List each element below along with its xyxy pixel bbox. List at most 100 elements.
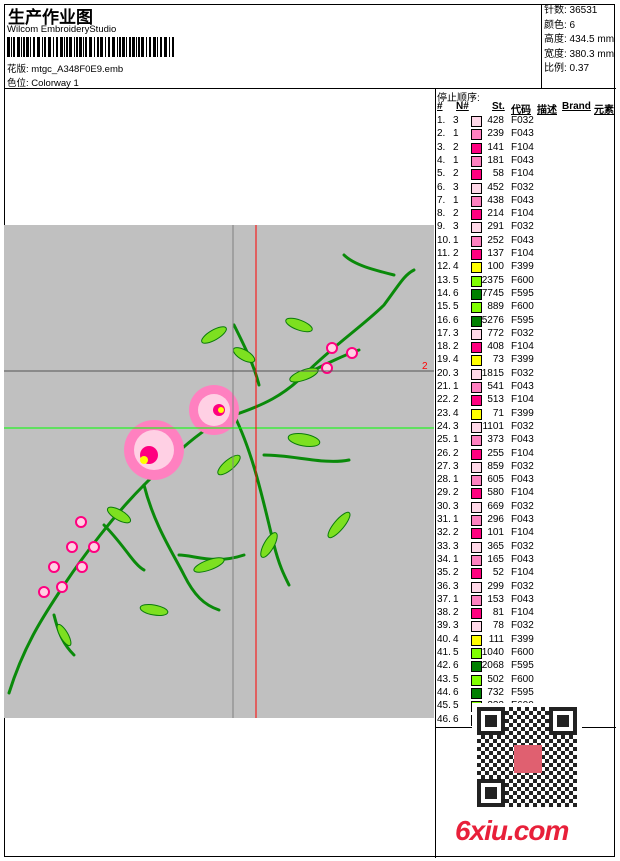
row-stitches: 541 bbox=[487, 381, 504, 392]
stop-row: 11. 2 137 F104 bbox=[437, 247, 587, 260]
row-code: F104 bbox=[511, 447, 534, 459]
row-stitches: 438 bbox=[487, 194, 504, 206]
stop-row: 15. 5 889 F600 bbox=[437, 300, 587, 314]
stop-row: 1. 3 428 F032 bbox=[437, 114, 587, 127]
leaves bbox=[56, 317, 351, 647]
row-stitches: 2068 bbox=[481, 660, 504, 672]
stop-row: 14. 6 7745 F595 bbox=[437, 287, 587, 300]
row-code: F104 bbox=[511, 527, 534, 539]
row-code: F043 bbox=[511, 381, 534, 392]
color-count: 颜色: 6 bbox=[544, 19, 576, 31]
row-needle: 4 bbox=[453, 407, 459, 419]
row-code: F043 bbox=[511, 553, 534, 565]
row-stitches: 58 bbox=[492, 168, 504, 180]
row-stitches: 365 bbox=[487, 540, 504, 552]
row-stitches: 1101 bbox=[482, 420, 504, 432]
row-code: F595 bbox=[511, 686, 534, 698]
stop-row: 30. 3 669 F032 bbox=[437, 500, 587, 513]
row-code: F595 bbox=[511, 660, 534, 672]
stop-row: 34. 1 165 F043 bbox=[437, 553, 587, 566]
row-needle: 3 bbox=[453, 181, 459, 193]
colorway: 色位: Colorway 1 bbox=[7, 75, 79, 89]
row-stitches: 605 bbox=[487, 474, 504, 486]
row-index: 7. bbox=[437, 194, 446, 206]
row-index: 39. bbox=[437, 620, 451, 632]
stop-row: 22. 2 513 F104 bbox=[437, 393, 587, 407]
design-scale: 比例: 0.37 bbox=[544, 63, 590, 74]
stop-row: 35. 2 52 F104 bbox=[437, 566, 587, 580]
row-needle: 3 bbox=[453, 420, 459, 432]
row-stitches: 7745 bbox=[481, 287, 504, 299]
row-stitches: 137 bbox=[487, 248, 504, 259]
vines bbox=[7, 253, 416, 695]
row-needle: 4 bbox=[453, 633, 459, 645]
row-index: 29. bbox=[437, 487, 451, 499]
row-index: 36. bbox=[437, 580, 451, 592]
row-needle: 3 bbox=[453, 221, 459, 233]
row-code: F600 bbox=[511, 673, 534, 685]
row-stitches: 252 bbox=[487, 234, 504, 246]
colorway-label: 色位: bbox=[7, 78, 29, 89]
design-file: 花版: mtgc_A348F0E9.emb bbox=[7, 61, 123, 75]
row-index: 25. bbox=[437, 434, 451, 446]
row-index: 23. bbox=[437, 407, 451, 419]
colorway-value: Colorway 1 bbox=[31, 78, 79, 89]
row-stitches: 71 bbox=[492, 407, 504, 419]
row-index: 26. bbox=[437, 447, 451, 459]
stop-row: 20. 3 1815 F032 bbox=[437, 367, 587, 380]
row-stitches: 669 bbox=[487, 500, 504, 512]
barcode bbox=[7, 37, 174, 57]
row-code: F032 bbox=[511, 420, 534, 432]
stop-row: 31. 1 296 F043 bbox=[437, 513, 587, 526]
row-index: 20. bbox=[437, 367, 451, 379]
row-index: 45. bbox=[437, 700, 451, 712]
row-code: F104 bbox=[511, 341, 534, 353]
stop-row: 18. 2 408 F104 bbox=[437, 340, 587, 354]
row-code: F032 bbox=[511, 327, 534, 339]
design-value: mtgc_A348F0E9.emb bbox=[31, 64, 124, 75]
row-code: F104 bbox=[511, 607, 534, 619]
row-needle: 6 bbox=[453, 686, 459, 698]
row-stitches: 580 bbox=[487, 487, 504, 499]
row-index: 37. bbox=[437, 593, 451, 605]
row-stitches: 52 bbox=[492, 567, 504, 579]
row-stitches: 214 bbox=[487, 208, 504, 220]
stop-row: 17. 3 772 F032 bbox=[437, 327, 587, 340]
row-index: 13. bbox=[437, 274, 451, 286]
row-stitches: 889 bbox=[487, 301, 504, 313]
row-needle: 5 bbox=[453, 301, 459, 313]
row-index: 42. bbox=[437, 660, 451, 672]
row-index: 46. bbox=[437, 713, 451, 725]
stop-row: 5. 2 58 F104 bbox=[437, 167, 587, 181]
row-code: F104 bbox=[511, 168, 534, 180]
design-canvas: 2 bbox=[4, 225, 434, 718]
row-stitches: 2375 bbox=[481, 274, 504, 286]
row-code: F043 bbox=[511, 593, 534, 605]
row-needle: 2 bbox=[453, 567, 459, 579]
row-index: 19. bbox=[437, 354, 451, 366]
row-needle: 1 bbox=[453, 381, 459, 392]
stop-row: 7. 1 438 F043 bbox=[437, 194, 587, 207]
row-needle: 1 bbox=[453, 434, 459, 446]
row-code: F032 bbox=[511, 460, 534, 472]
row-needle: 2 bbox=[453, 168, 459, 180]
row-code: F595 bbox=[511, 314, 534, 326]
stop-row: 42. 6 2068 F595 bbox=[437, 659, 587, 673]
row-index: 27. bbox=[437, 460, 451, 472]
row-needle: 2 bbox=[453, 141, 459, 153]
row-stitches: 732 bbox=[487, 686, 504, 698]
row-code: F032 bbox=[511, 221, 534, 233]
row-index: 6. bbox=[437, 181, 446, 193]
row-code: F600 bbox=[511, 274, 534, 286]
stop-row: 36. 3 299 F032 bbox=[437, 580, 587, 593]
row-needle: 1 bbox=[453, 194, 459, 206]
row-needle: 3 bbox=[453, 580, 459, 592]
row-index: 11. bbox=[437, 248, 451, 259]
row-needle: 1 bbox=[453, 154, 459, 166]
vendor-name: Wilcom EmbroideryStudio bbox=[7, 24, 117, 35]
row-code: F104 bbox=[511, 208, 534, 220]
col-index: # bbox=[437, 101, 443, 112]
stop-row: 12. 4 100 F399 bbox=[437, 260, 587, 274]
row-stitches: 153 bbox=[487, 593, 504, 605]
row-stitches: 100 bbox=[487, 261, 504, 273]
